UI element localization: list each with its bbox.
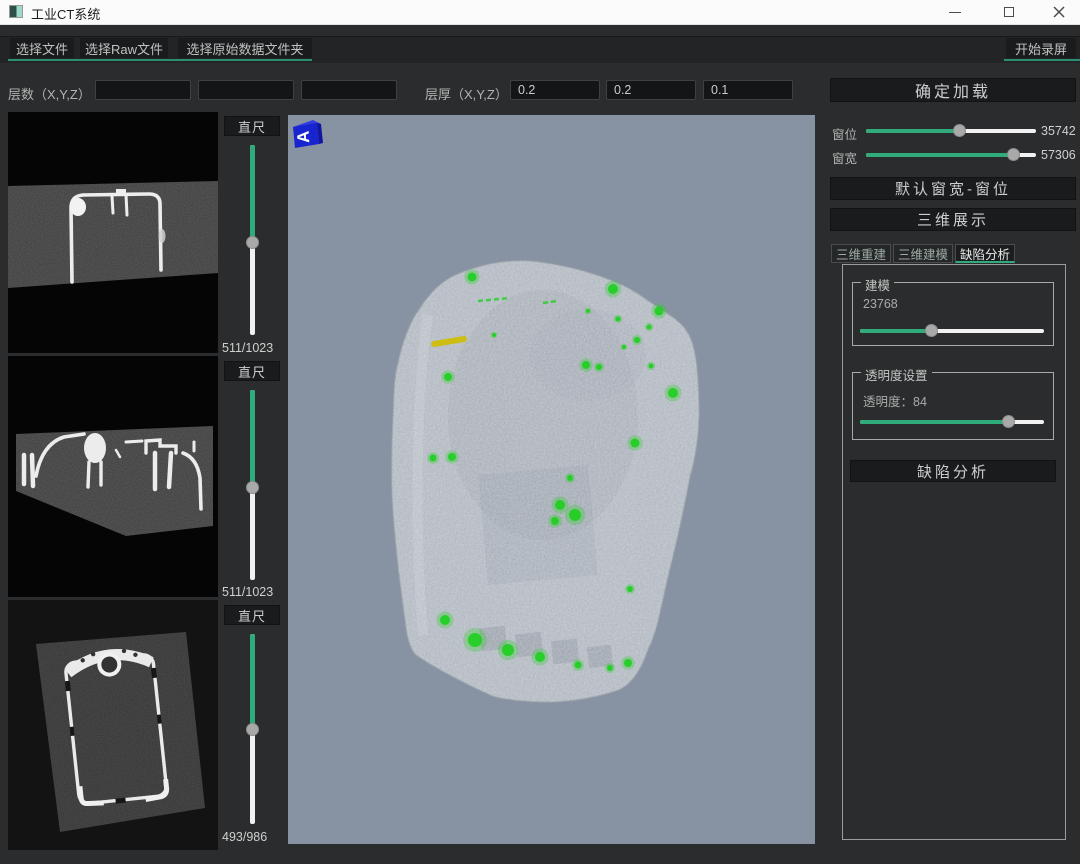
modeling-value: 23768 xyxy=(863,297,898,311)
slice-slider-2[interactable] xyxy=(246,390,260,580)
ct-slice-image-3 xyxy=(8,600,218,850)
render-viewport-3d[interactable]: A xyxy=(288,115,815,844)
industrial-ct-app: 工业CT系统 选择文件 选择Raw文件 选择原始数据文件夹 开始录屏 层数（X,… xyxy=(0,0,1080,864)
ct-slice-image-1 xyxy=(8,112,218,353)
slice-index-3: 493/986 xyxy=(222,830,267,844)
window-level-label: 窗位 xyxy=(832,124,857,143)
modeling-slider[interactable] xyxy=(860,324,1044,338)
thickness-x-input[interactable] xyxy=(510,80,600,100)
start-record-button[interactable]: 开始录屏 xyxy=(1006,38,1076,58)
slider-handle[interactable] xyxy=(1002,415,1015,428)
transparency-slider[interactable] xyxy=(860,415,1044,429)
display-3d-button[interactable]: 三维展示 xyxy=(830,208,1076,231)
maximize-button[interactable] xyxy=(987,0,1031,24)
select-file-button[interactable]: 选择文件 xyxy=(10,38,74,58)
transparency-groupbox: 透明度设置 透明度：84 xyxy=(852,372,1054,440)
ruler-button-1[interactable]: 直尺 xyxy=(224,116,280,136)
ct-slice-view-xz[interactable] xyxy=(8,356,218,597)
minimize-icon xyxy=(949,12,961,13)
slider-handle[interactable] xyxy=(246,236,259,249)
thickness-label: 层厚（X,Y,Z） xyxy=(425,84,508,103)
layers-z-input[interactable] xyxy=(301,80,397,100)
window-level-value: 35742 xyxy=(1041,124,1076,138)
slider-handle[interactable] xyxy=(246,481,259,494)
tab-3d-reconstruction[interactable]: 三维重建 xyxy=(831,244,891,263)
ct-slice-image-2 xyxy=(8,356,218,597)
slider-fill xyxy=(250,634,255,729)
window-width-slider[interactable] xyxy=(866,148,1036,162)
transparency-group-title: 透明度设置 xyxy=(861,365,932,384)
slider-fill xyxy=(860,329,932,333)
slider-handle[interactable] xyxy=(1007,148,1020,161)
ct-3d-model xyxy=(288,115,815,844)
maximize-icon xyxy=(1004,7,1014,17)
window-level-slider[interactable] xyxy=(866,124,1036,138)
slider-fill xyxy=(860,420,1009,424)
thickness-z-input[interactable] xyxy=(703,80,793,100)
defect-analysis-panel xyxy=(842,264,1066,840)
slice-slider-3[interactable] xyxy=(246,634,260,824)
layers-x-input[interactable] xyxy=(95,80,191,100)
slider-fill xyxy=(250,390,255,487)
tab-defect-analysis[interactable]: 缺陷分析 xyxy=(955,244,1015,263)
transparency-value: 透明度：84 xyxy=(863,391,927,410)
slider-fill xyxy=(866,129,960,133)
close-icon xyxy=(1053,6,1065,18)
thickness-y-input[interactable] xyxy=(606,80,696,100)
ct-slice-view-yz[interactable] xyxy=(8,600,218,850)
slice-slider-1[interactable] xyxy=(246,145,260,335)
run-defect-analysis-button[interactable]: 缺陷分析 xyxy=(850,460,1056,482)
title-bar: 工业CT系统 xyxy=(0,0,1080,25)
confirm-load-button[interactable]: 确定加载 xyxy=(830,78,1076,102)
tab-3d-modeling[interactable]: 三维建模 xyxy=(893,244,953,263)
ruler-button-2[interactable]: 直尺 xyxy=(224,361,280,381)
slice-index-1: 511/1023 xyxy=(222,341,273,355)
slider-fill xyxy=(250,145,255,242)
minimize-button[interactable] xyxy=(933,0,977,24)
slider-handle[interactable] xyxy=(246,723,259,736)
slider-fill xyxy=(866,153,1014,157)
layers-label: 层数（X,Y,Z） xyxy=(8,84,91,103)
svg-text:A: A xyxy=(294,130,314,143)
orientation-cube-icon[interactable]: A xyxy=(288,115,328,153)
toolbar-underline xyxy=(8,59,312,61)
slider-handle[interactable] xyxy=(953,124,966,137)
select-folder-button[interactable]: 选择原始数据文件夹 xyxy=(178,38,312,58)
slice-index-2: 511/1023 xyxy=(222,585,273,599)
ct-slice-view-xy[interactable] xyxy=(8,112,218,353)
default-window-button[interactable]: 默认窗宽-窗位 xyxy=(830,177,1076,200)
close-button[interactable] xyxy=(1037,0,1080,24)
slider-handle[interactable] xyxy=(925,324,938,337)
modeling-group-title: 建模 xyxy=(861,275,894,294)
record-underline xyxy=(1004,59,1080,61)
window-width-label: 窗宽 xyxy=(832,148,857,167)
ruler-button-3[interactable]: 直尺 xyxy=(224,605,280,625)
select-raw-button[interactable]: 选择Raw文件 xyxy=(80,38,168,58)
layers-y-input[interactable] xyxy=(198,80,294,100)
app-icon xyxy=(9,5,23,18)
window-width-value: 57306 xyxy=(1041,148,1076,162)
window-title: 工业CT系统 xyxy=(31,4,100,23)
